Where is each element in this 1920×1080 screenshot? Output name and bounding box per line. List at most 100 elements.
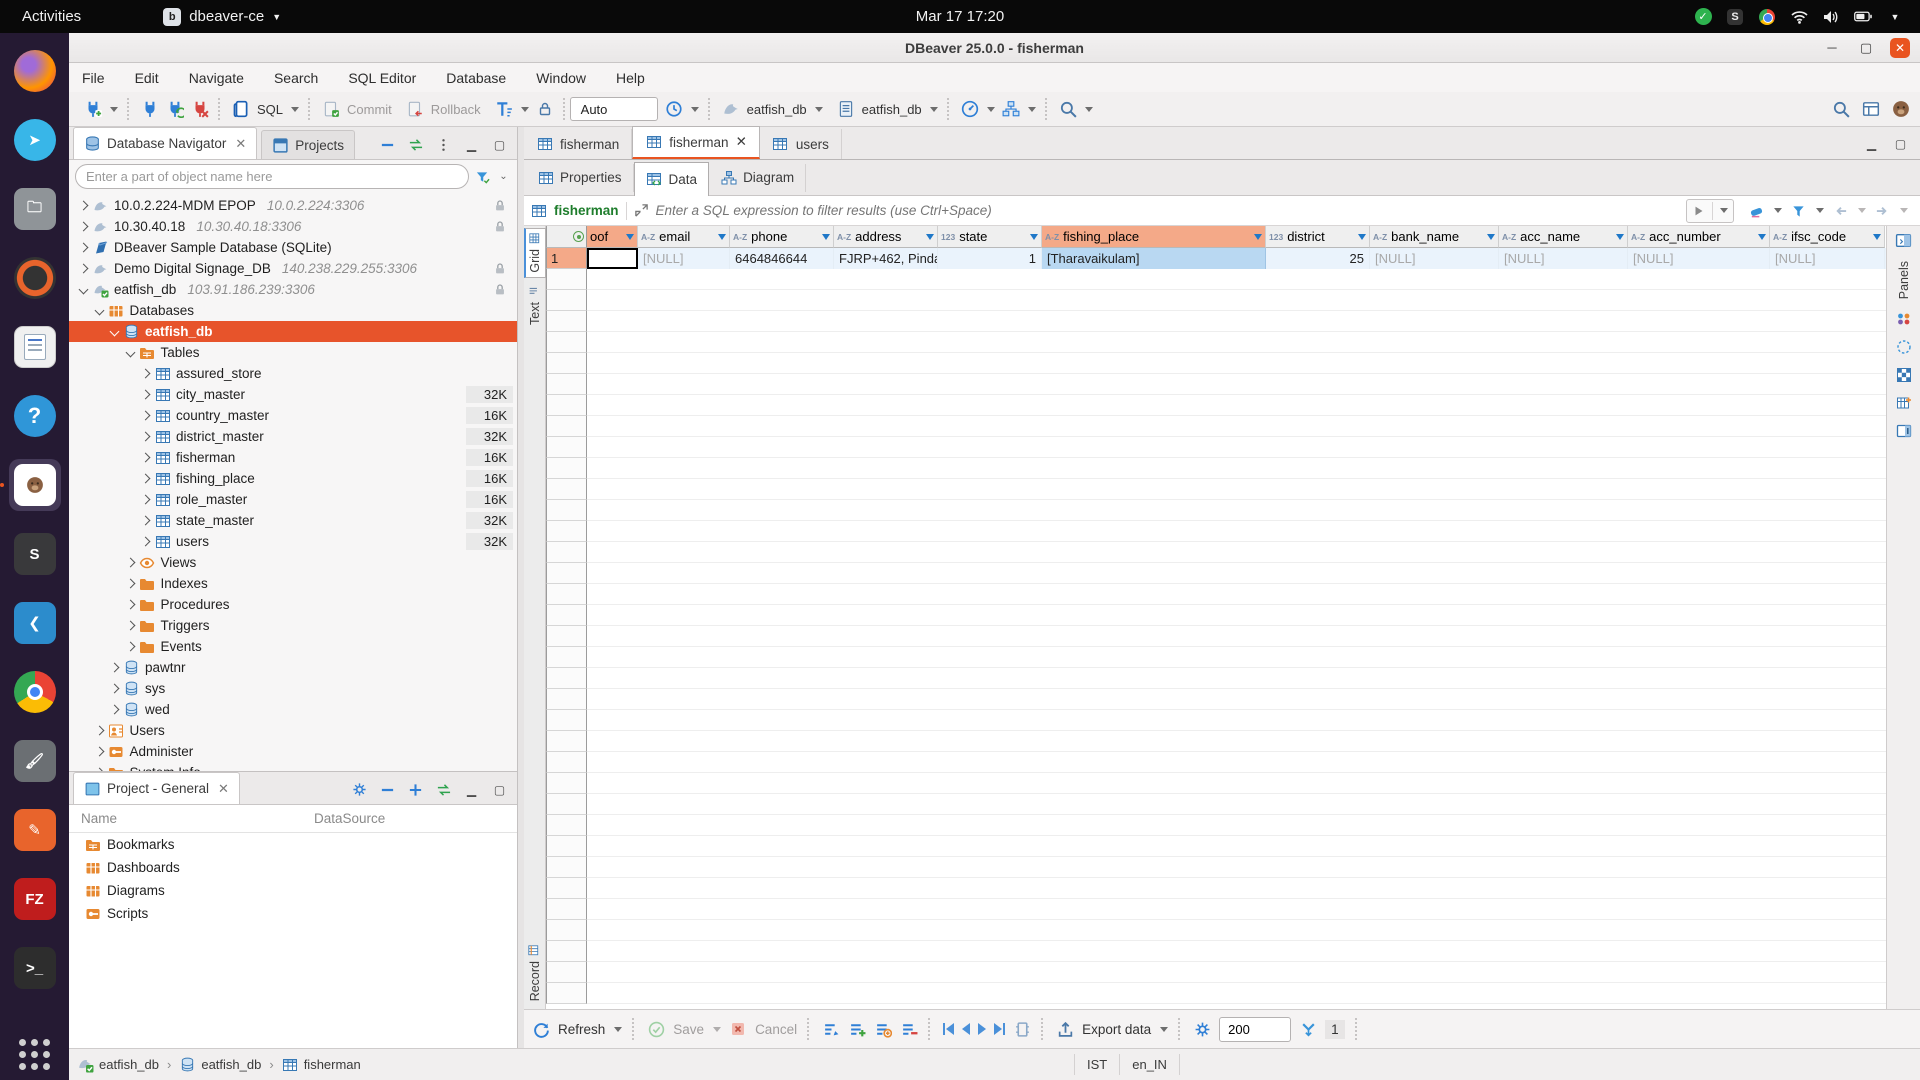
empty-row-number-cell[interactable] bbox=[546, 794, 587, 815]
data-grid[interactable]: oofA-ZemailA-ZphoneA-Zaddress123stateA-Z… bbox=[546, 226, 1886, 1009]
dock-chrome[interactable] bbox=[9, 666, 61, 718]
value-viewer-panel-icon[interactable] bbox=[1896, 311, 1912, 327]
result-settings-icon[interactable] bbox=[1193, 1020, 1211, 1038]
tree-item-10-30-40-18[interactable]: 10.30.40.1810.30.40.18:3306 bbox=[69, 216, 517, 237]
chevron-collapsed-icon[interactable] bbox=[94, 747, 104, 757]
dock-terminal[interactable]: >_ bbox=[9, 942, 61, 994]
empty-row-number-cell[interactable] bbox=[546, 458, 587, 479]
empty-row-number-cell[interactable] bbox=[546, 857, 587, 878]
update-check-icon[interactable]: ✓ bbox=[1694, 8, 1712, 26]
empty-row[interactable] bbox=[546, 773, 1886, 794]
chevron-collapsed-icon[interactable] bbox=[79, 201, 89, 211]
chevron-collapsed-icon[interactable] bbox=[79, 264, 89, 274]
metadata-panel-icon[interactable] bbox=[1896, 339, 1912, 355]
empty-row-number-cell[interactable] bbox=[546, 332, 587, 353]
chevron-collapsed-icon[interactable] bbox=[141, 495, 151, 505]
empty-row[interactable] bbox=[546, 815, 1886, 836]
empty-row[interactable] bbox=[546, 290, 1886, 311]
fetch-size-icon[interactable] bbox=[1299, 1020, 1317, 1038]
column-dropdown-icon[interactable] bbox=[718, 234, 726, 240]
empty-row[interactable] bbox=[546, 521, 1886, 542]
connection-selector[interactable]: eatfish_db bbox=[715, 100, 830, 118]
column-header-email[interactable]: A-Zemail bbox=[638, 226, 730, 248]
export-caret[interactable] bbox=[1160, 1027, 1168, 1032]
column-header-oof[interactable]: oof bbox=[587, 226, 638, 248]
empty-row-number-cell[interactable] bbox=[546, 269, 587, 290]
subtab-diagram[interactable]: Diagram bbox=[709, 164, 806, 192]
activities-button[interactable]: Activities bbox=[0, 0, 103, 33]
clear-filter-caret[interactable] bbox=[1774, 208, 1782, 213]
panel-minimize-icon[interactable]: ▁ bbox=[464, 137, 479, 152]
chevron-collapsed-icon[interactable] bbox=[141, 390, 151, 400]
tab-database-navigator[interactable]: Database Navigator ✕ bbox=[73, 127, 257, 159]
panel-minimize-icon[interactable]: ▁ bbox=[464, 782, 479, 797]
browser-tray-icon[interactable] bbox=[1758, 8, 1776, 26]
empty-row-number-cell[interactable] bbox=[546, 521, 587, 542]
column-header-acc_number[interactable]: A-Zacc_number bbox=[1628, 226, 1770, 248]
cell-acc_number[interactable]: [NULL] bbox=[1628, 248, 1770, 269]
tree-item-city-master[interactable]: city_master32K bbox=[69, 384, 517, 405]
search-icon[interactable] bbox=[1059, 100, 1077, 118]
empty-row-number-cell[interactable] bbox=[546, 773, 587, 794]
refresh-icon[interactable] bbox=[532, 1020, 550, 1038]
expand-filter-icon[interactable] bbox=[634, 203, 649, 218]
cell-ifsc_code[interactable]: [NULL] bbox=[1770, 248, 1885, 269]
empty-row[interactable] bbox=[546, 311, 1886, 332]
chevron-collapsed-icon[interactable] bbox=[79, 222, 89, 232]
empty-row-number-cell[interactable] bbox=[546, 416, 587, 437]
project-item-diagrams[interactable]: Diagrams bbox=[69, 879, 517, 902]
dock-filezilla[interactable]: FZ bbox=[9, 873, 61, 925]
view-menu-icon[interactable] bbox=[436, 137, 451, 152]
tab-projects[interactable]: Projects bbox=[261, 130, 355, 159]
editor-tab-users-2[interactable]: users bbox=[760, 129, 842, 159]
export-icon[interactable] bbox=[1056, 1020, 1074, 1038]
add-row-icon[interactable] bbox=[848, 1020, 866, 1038]
table-row[interactable]: 1[NULL]6464846644FJRP+462, Pinda,1[Thara… bbox=[546, 248, 1886, 269]
menu-help[interactable]: Help bbox=[616, 70, 645, 86]
cell-email[interactable]: [NULL] bbox=[638, 248, 730, 269]
empty-row-number-cell[interactable] bbox=[546, 836, 587, 857]
dock-files[interactable]: 🗀 bbox=[9, 183, 61, 235]
empty-row-number-cell[interactable] bbox=[546, 374, 587, 395]
close-tab-icon[interactable]: ✕ bbox=[736, 134, 747, 150]
chevron-collapsed-icon[interactable] bbox=[125, 642, 135, 652]
chevron-collapsed-icon[interactable] bbox=[141, 411, 151, 421]
clock[interactable]: Mar 17 17:20 bbox=[0, 8, 1920, 25]
tree-item-fishing-place[interactable]: fishing_place16K bbox=[69, 468, 517, 489]
erd-caret[interactable] bbox=[1028, 107, 1036, 112]
empty-row-number-cell[interactable] bbox=[546, 563, 587, 584]
empty-row[interactable] bbox=[546, 836, 1886, 857]
chevron-collapsed-icon[interactable] bbox=[125, 558, 135, 568]
tree-item-users[interactable]: users32K bbox=[69, 531, 517, 552]
column-dropdown-icon[interactable] bbox=[926, 234, 934, 240]
column-header-fishing_place[interactable]: A-Zfishing_place bbox=[1042, 226, 1266, 248]
empty-row[interactable] bbox=[546, 353, 1886, 374]
column-dropdown-icon[interactable] bbox=[1758, 234, 1766, 240]
tree-item-triggers[interactable]: Triggers bbox=[69, 615, 517, 636]
perspective-icon[interactable] bbox=[1862, 100, 1880, 118]
tree-item-state-master[interactable]: state_master32K bbox=[69, 510, 517, 531]
tree-item-views[interactable]: Views bbox=[69, 552, 517, 573]
tree-item-wed[interactable]: wed bbox=[69, 699, 517, 720]
cell-phone[interactable]: 6464846644 bbox=[730, 248, 834, 269]
next-row-button[interactable] bbox=[978, 1023, 986, 1035]
column-dropdown-icon[interactable] bbox=[1487, 234, 1495, 240]
filters-caret[interactable] bbox=[1816, 208, 1824, 213]
empty-row-number-cell[interactable] bbox=[546, 941, 587, 962]
empty-row[interactable] bbox=[546, 731, 1886, 752]
history-back-icon[interactable] bbox=[1833, 203, 1848, 218]
history-forward-caret[interactable] bbox=[1900, 208, 1908, 213]
search-caret[interactable] bbox=[1085, 107, 1093, 112]
link-editor-icon[interactable] bbox=[436, 782, 451, 797]
empty-row[interactable] bbox=[546, 626, 1886, 647]
close-tab-icon[interactable]: ✕ bbox=[235, 136, 246, 152]
transaction-lock-icon[interactable] bbox=[536, 100, 554, 118]
menu-search[interactable]: Search bbox=[274, 70, 318, 86]
empty-row-number-cell[interactable] bbox=[546, 605, 587, 626]
tree-item-sys[interactable]: sys bbox=[69, 678, 517, 699]
empty-row[interactable] bbox=[546, 605, 1886, 626]
filters-icon[interactable] bbox=[1791, 203, 1806, 218]
object-filter-input[interactable] bbox=[75, 164, 469, 189]
empty-row[interactable] bbox=[546, 437, 1886, 458]
chevron-collapsed-icon[interactable] bbox=[125, 621, 135, 631]
